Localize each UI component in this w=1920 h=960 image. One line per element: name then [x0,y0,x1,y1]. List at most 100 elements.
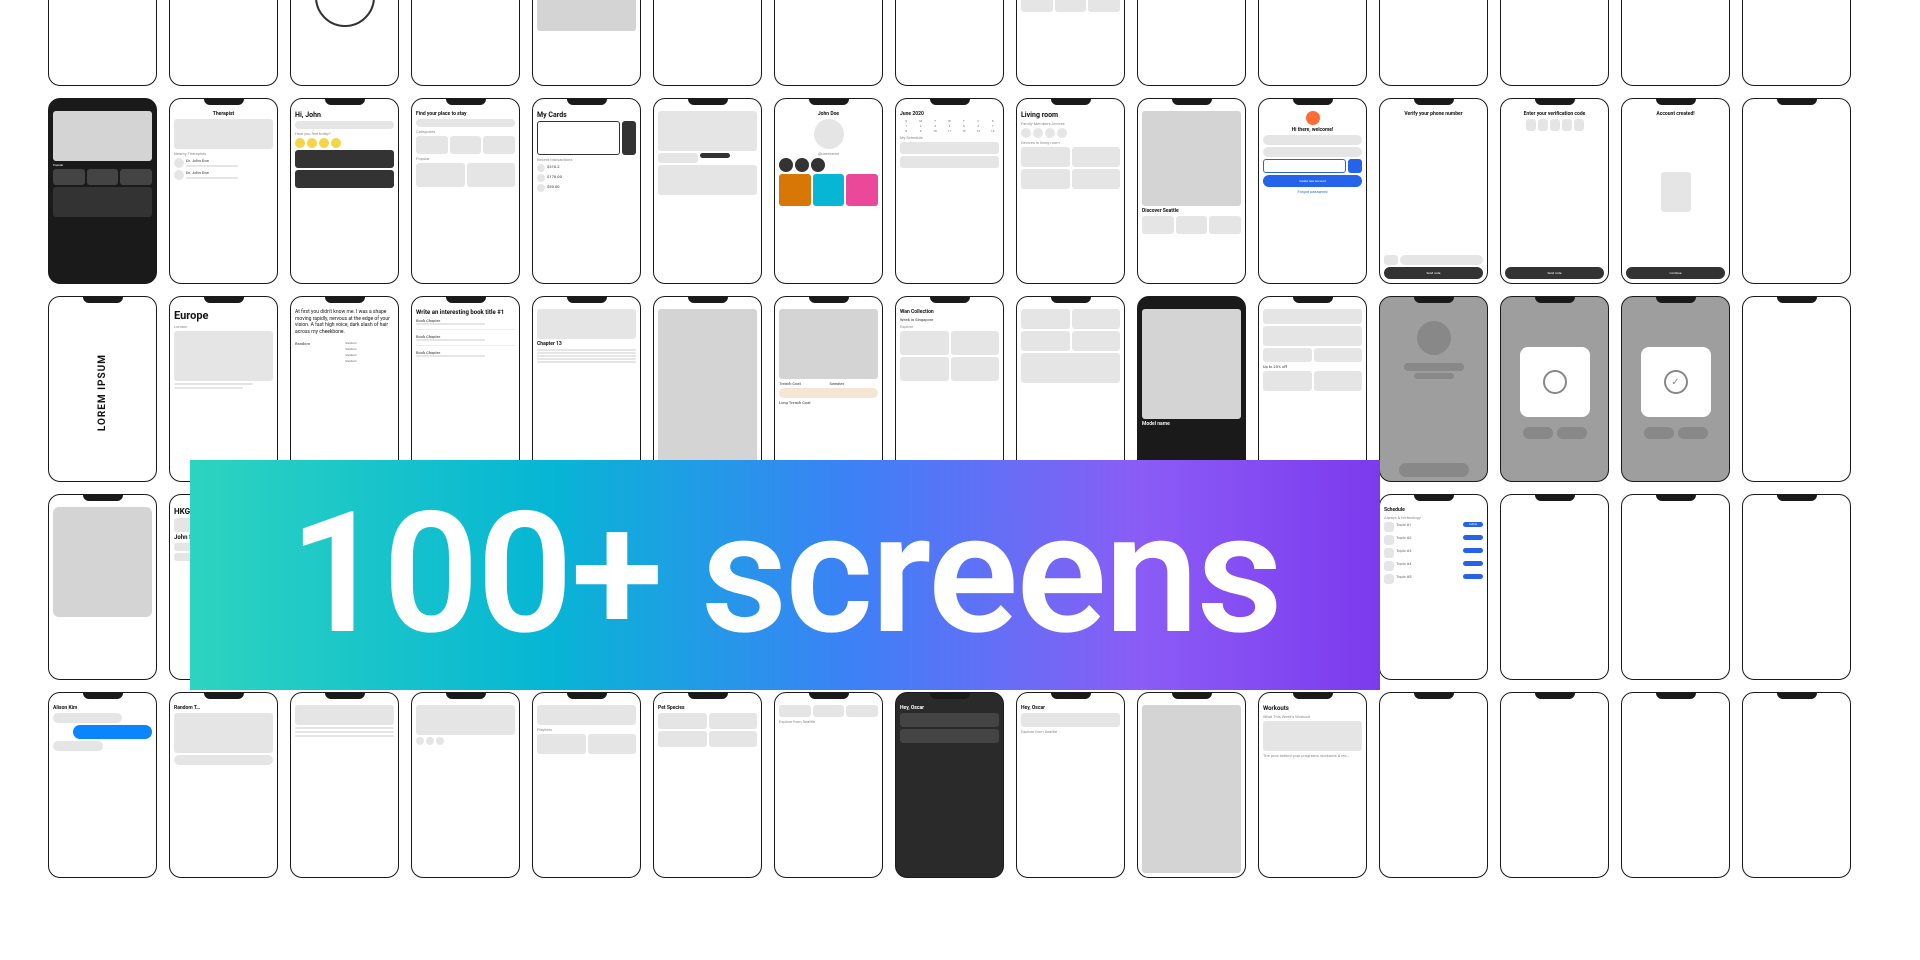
title: June 2020 [900,111,999,117]
phone-mock: Enter your verification code Send code [1500,98,1609,284]
title: Write an interesting book title #1 [416,309,515,316]
phone-mock: Trench CoatSweaterLong Trench Coat [774,296,883,482]
phone-mock: Europe London [169,296,278,482]
cta-button[interactable]: Create new account [1263,175,1362,187]
phone-mock [1500,692,1609,878]
phone-mock [169,0,278,86]
link[interactable]: Forgot password [1263,189,1362,194]
phone-mock: Alison Kim [48,692,157,878]
cta-button[interactable]: Send code [1505,267,1604,279]
title: Europe [174,309,273,322]
phone-mock [48,0,157,86]
title: Workouts [1263,705,1362,712]
headline-banner: 100+ screens [190,460,1380,690]
title: Random T… [174,705,273,711]
phone-mock: TherapistNearby TherapistsDr. John DoeDr… [169,98,278,284]
title: My Cards [537,111,636,119]
title: LOREM IPSUM [97,354,108,431]
phone-mock: Hi there, welcome! Create new account Forg… [1258,98,1367,284]
phone-mock [1742,296,1851,482]
title: Wan Collection [900,309,999,315]
phone-mock: Living roomFamily Members AccessDevices … [1016,98,1125,284]
title: Verify your phone number [1384,111,1483,117]
title: Therapist [174,111,273,117]
phone-mock: Pet Species [653,692,762,878]
title: Enter your verification code [1505,111,1604,117]
phone-mock [1258,0,1367,86]
phone-mock [1742,0,1851,86]
body: At first you didn't know me. I was a sha… [295,309,394,335]
phone-mock [1379,296,1488,482]
phone-mock: WorkoutsWhat This Week's WorkoutThe pros… [1258,692,1367,878]
phone-mock: Write an interesting book title #1Book C… [411,296,520,482]
phone-mock: Playlists [532,692,641,878]
phone-mock: Discover Seattle [1137,98,1246,284]
phone-grid: Group tasks Health status Popular Statio… [48,0,1851,878]
phone-mock: Find your place to stayCategoriesPopular [411,98,520,284]
phone-mock: Chapter 13 [532,296,641,482]
phone-mock [290,692,399,878]
phone-mock: Hey, Oscar [895,692,1004,878]
phone-mock [1742,494,1851,680]
phone-mock: Hi, JohnHow you feel today? [290,98,399,284]
title: Living room [1021,111,1120,119]
tx: $50.00 [547,184,636,192]
phone-mock: John Doe@username [774,98,883,284]
phone-mock [1742,692,1851,878]
title: Pet Species [658,705,757,711]
phone-mock: Popular Stations [895,0,1004,86]
phone-mock: Random T… [169,692,278,878]
phone-mock [1500,296,1609,482]
phone-mock [1500,494,1609,680]
phone-mock [532,0,641,86]
sub: London [174,324,273,329]
phone-mock: LOREM IPSUM [48,296,157,482]
phone-mock: Wan CollectionWeek in SingaporeExplore [895,296,1004,482]
headline-text: 100+ screens [289,491,1281,659]
caption: Discover Seattle [1142,208,1241,214]
title: Chapter 13 [537,341,636,347]
phone-mock: Something Cool$29.99 [1621,0,1730,86]
phone-mock [1621,494,1730,680]
phone-mock [1621,692,1730,878]
phone-mock: Explore from Seattle [774,692,883,878]
title: Account created! [1626,111,1725,117]
phone-mock [48,494,157,680]
phone-mock [1016,0,1125,86]
phone-mock: My CardsRecent transactions$310.2$170.00… [532,98,641,284]
phone-mock [1137,0,1246,86]
title: Hey, Oscar [900,705,999,711]
phone-mock: ✓ [1621,296,1730,482]
phone-mock [653,98,762,284]
title: Alison Kim [53,705,152,711]
phone-mock [1379,0,1488,86]
tx: $170.00 [547,174,636,182]
cta-button[interactable]: Send code [1384,267,1483,279]
title: Hi, John [295,111,394,119]
phone-mock [653,296,762,482]
cta-button[interactable]: Continue [1626,267,1725,279]
phone-mock: Popular [48,98,157,284]
phone-mock: Account created! Continue [1621,98,1730,284]
phone-mock: Model name [1137,296,1246,482]
phone-mock [290,0,399,86]
phone-mock [1379,692,1488,878]
phone-mock: ScheduleAlways & technologyTopic #1Activ… [1379,494,1488,680]
phone-mock [774,0,883,86]
phone-mock: At first you didn't know me. I was a sha… [290,296,399,482]
title: Schedule [1384,507,1483,513]
phone-mock: Up to 25% off [1258,296,1367,482]
phone-mock: Group tasks [411,0,520,86]
title: John Doe [818,111,839,117]
title: Find your place to stay [416,111,515,117]
phone-mock: Health status [653,0,762,86]
phone-mock [1016,296,1125,482]
tx: $310.2 [547,164,636,172]
phone-mock: National health insuranceNearby Events [1500,0,1609,86]
phone-mock: June 2020SMTWTFS1234567891011121314My Sc… [895,98,1004,284]
title: Hi there, welcome! [1263,127,1362,133]
title: Hey, Oscar [1021,705,1120,711]
phone-mock [411,692,520,878]
phone-mock [1137,692,1246,878]
phone-mock [1742,98,1851,284]
